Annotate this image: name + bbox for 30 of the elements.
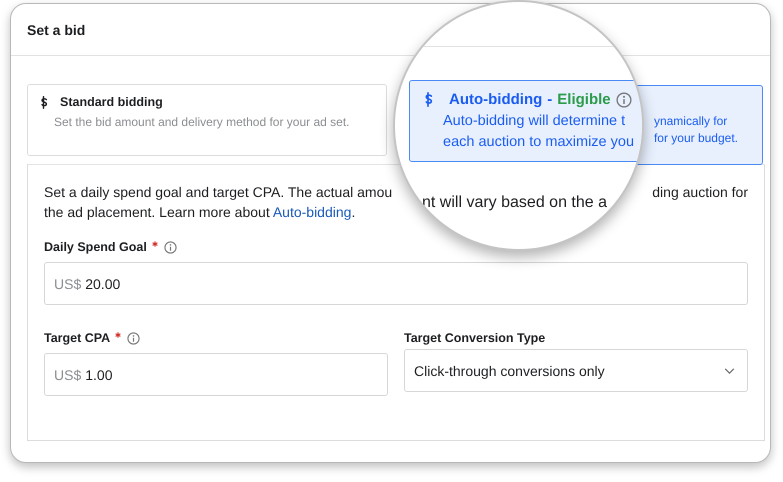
dropdown[interactable]: Click-through conversions only [404,349,748,392]
option-title: Standard bidding [60,95,163,109]
option-title: Auto-bidding [449,91,542,108]
bidding-option[interactable]: Standard bidding Set the bid amount and delivery method for your ad set. [27,84,388,156]
chevron-down-icon [724,368,735,374]
field-label: Target Conversion Type [404,331,546,345]
option-description: Auto-bidding will determine t [443,113,626,129]
status-label: Eligible [557,91,611,108]
dropdown-value: Click-through conversions only [414,362,605,378]
separator-text: - [547,91,552,108]
input-field[interactable]: US$ 1.00 [44,353,388,396]
field-value: 1.00 [85,366,112,382]
dollar-icon [423,92,433,107]
currency-prefix: US$ [54,366,82,382]
input-field[interactable]: US$ 20.00 [44,262,748,305]
intro-text: Set a daily spend goal and target CPA. The actual amou [44,183,392,202]
panel-title: Set a bid [27,22,86,38]
option-description: Set the bid amount and delivery method for your ad set. [54,115,351,129]
field-label: Daily Spend Goal [44,240,147,254]
dollar-icon [39,96,48,108]
auto-bidding-link[interactable]: Auto-bidding [272,204,352,220]
field-value: 20.00 [85,276,120,292]
currency-prefix: US$ [54,276,82,292]
option-description: each auction to maximize you [443,134,636,150]
intro-text: the ad placement. Learn more about Auto-bidding. [44,203,356,222]
option-description: ynamically for [654,114,728,128]
intro-text: ding auction for [652,183,748,202]
option-description: for your budget. [654,131,738,145]
field-label: Target CPA [44,331,110,345]
info-icon [616,92,632,108]
